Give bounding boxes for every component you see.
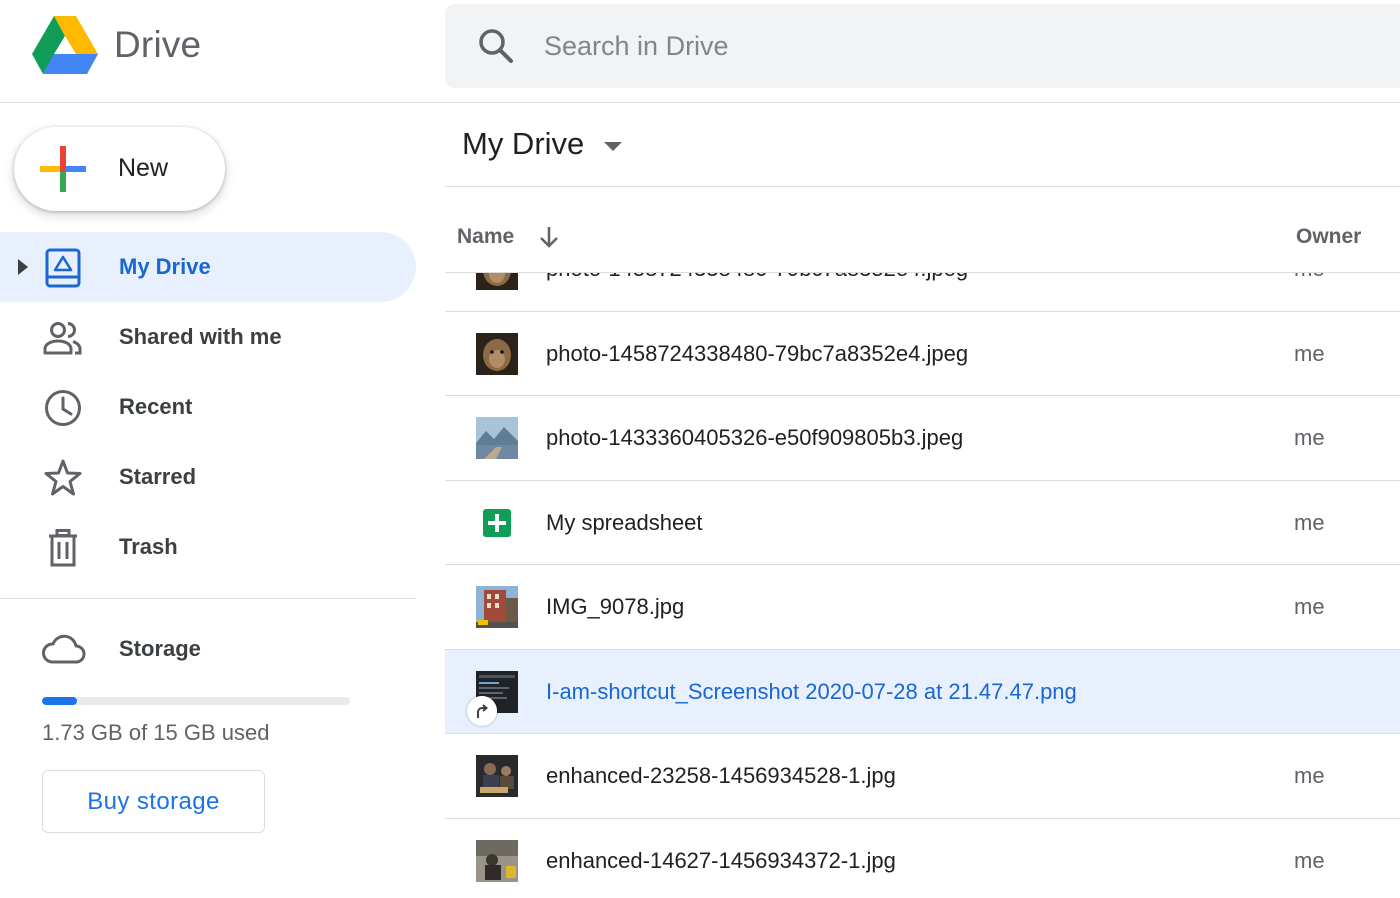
title-divider	[445, 186, 1400, 187]
page-title[interactable]: My Drive	[462, 126, 584, 162]
storage-progress-bar	[42, 697, 350, 705]
lion-photo-thumbnail	[476, 332, 518, 375]
my-drive-icon	[45, 248, 81, 288]
file-name: enhanced-23258-1456934528-1.jpg	[546, 763, 896, 788]
lion-photo-thumbnail	[476, 273, 518, 290]
file-name: photo-1433360405326-e50f909805b3.jpeg	[546, 425, 964, 450]
trash-icon	[49, 529, 77, 567]
sidebar-item-starred[interactable]: Starred	[0, 442, 416, 512]
app-title: Drive	[114, 24, 202, 65]
star-icon	[44, 459, 82, 496]
shortcut-arrow-icon	[467, 695, 497, 726]
mountain-lake-thumbnail	[476, 417, 518, 459]
sidebar-item-my-drive[interactable]: My Drive	[0, 232, 416, 302]
sidebar-item-label: Recent	[119, 394, 193, 419]
sidebar-item-recent[interactable]: Recent	[0, 372, 416, 442]
sidebar-divider	[0, 598, 416, 599]
file-owner: me	[1294, 763, 1325, 788]
file-row[interactable]: photo-1458724338480-79bc7a8352e4.jpeg me	[445, 273, 1400, 312]
column-header-name[interactable]: Name	[457, 225, 514, 249]
sidebar-item-shared-with-me[interactable]: Shared with me	[0, 302, 416, 372]
file-name: My spreadsheet	[546, 509, 703, 535]
file-owner: me	[1294, 425, 1325, 450]
storage-usage-text: 1.73 GB of 15 GB used	[42, 720, 270, 745]
cloud-icon	[42, 634, 86, 664]
storage-label[interactable]: Storage	[119, 636, 201, 662]
file-owner: me	[1294, 273, 1325, 282]
building-photo-thumbnail	[476, 586, 518, 628]
google-drive-logo[interactable]	[32, 16, 98, 74]
plus-icon	[40, 146, 86, 192]
buy-storage-button[interactable]: Buy storage	[42, 770, 265, 833]
expand-caret-icon[interactable]	[14, 256, 32, 278]
sidebar-item-trash[interactable]: Trash	[0, 512, 416, 582]
file-owner: me	[1294, 847, 1325, 873]
column-header-owner[interactable]: Owner	[1296, 225, 1361, 249]
file-row[interactable]: enhanced-23258-1456934528-1.jpg me	[445, 734, 1400, 819]
storage-progress-fill	[42, 697, 78, 705]
file-row-selected[interactable]: I-am-shortcut_Screenshot 2020-07-28 at 2…	[445, 649, 1400, 734]
file-owner: me	[1294, 509, 1325, 535]
sheets-icon	[483, 508, 511, 537]
top-bar: Drive	[0, 0, 1400, 103]
file-name: I-am-shortcut_Screenshot 2020-07-28 at 2…	[546, 678, 1077, 704]
file-list: photo-1458724338480-79bc7a8352e4.jpeg me…	[445, 273, 1400, 898]
file-owner: me	[1294, 340, 1325, 366]
file-row[interactable]: enhanced-14627-1456934372-1.jpg me	[445, 819, 1400, 898]
street-photo-thumbnail	[476, 839, 518, 882]
file-name: photo-1458724338480-79bc7a8352e4.jpeg	[546, 273, 968, 282]
sidebar-item-label: Starred	[119, 464, 197, 489]
sidebar-item-label: Trash	[119, 534, 178, 559]
sidebar-item-label: My Drive	[119, 254, 211, 279]
arrow-down-icon[interactable]	[536, 224, 562, 250]
file-row[interactable]: My spreadsheet me	[445, 481, 1400, 565]
new-button-label: New	[118, 154, 169, 182]
people-icon	[43, 322, 82, 355]
file-name: IMG_9078.jpg	[546, 594, 685, 619]
sidebar-item-label: Shared with me	[119, 324, 282, 349]
file-name: photo-1458724338480-79bc7a8352e4.jpeg	[546, 340, 969, 366]
chevron-down-icon[interactable]	[602, 140, 624, 152]
search-icon[interactable]	[476, 26, 516, 66]
file-row[interactable]: photo-1433360405326-e50f909805b3.jpeg me	[445, 396, 1400, 481]
people-photo-thumbnail	[476, 755, 518, 797]
file-name: enhanced-14627-1456934372-1.jpg	[546, 847, 896, 873]
file-owner: me	[1294, 594, 1325, 619]
clock-icon	[45, 390, 81, 426]
search-input[interactable]	[544, 24, 1344, 68]
file-row[interactable]: IMG_9078.jpg me	[445, 565, 1400, 650]
file-row[interactable]: photo-1458724338480-79bc7a8352e4.jpeg me	[445, 312, 1400, 396]
